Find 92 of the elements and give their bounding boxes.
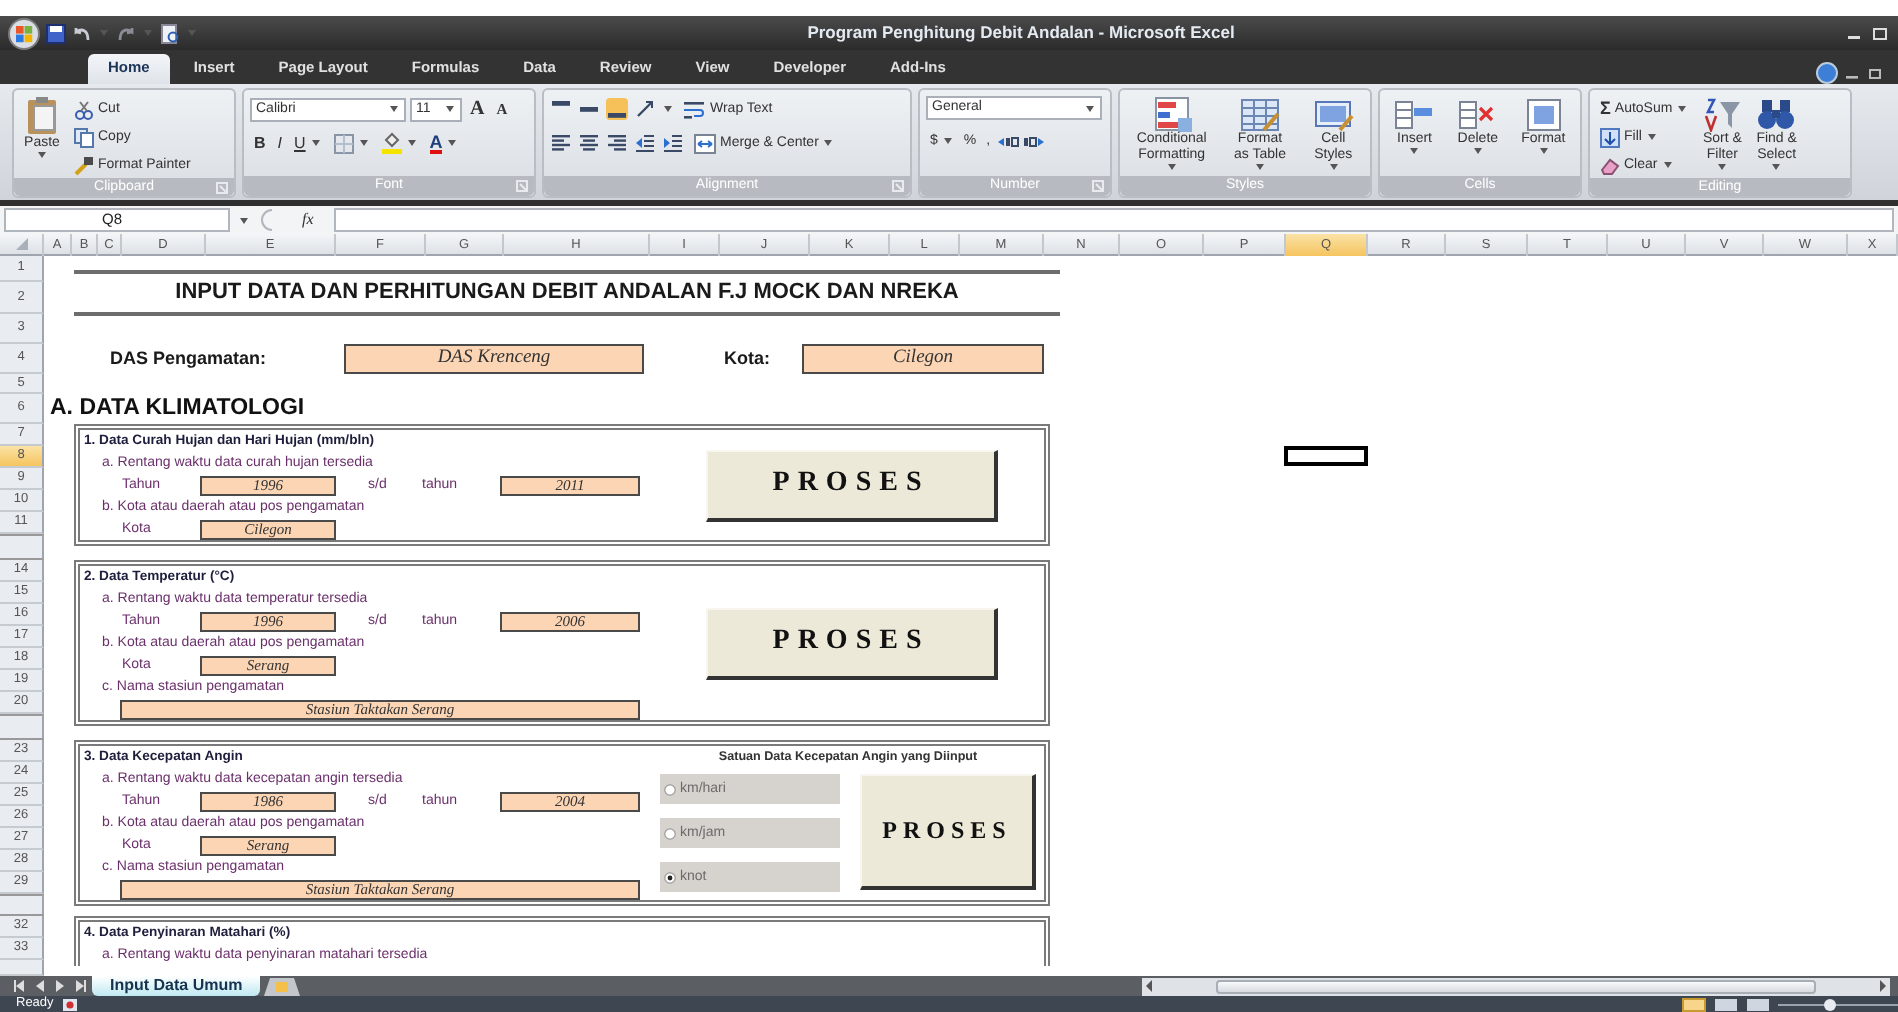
radio-icon[interactable] — [664, 827, 676, 839]
radio-icon[interactable] — [664, 783, 676, 795]
input-field[interactable]: DAS Krenceng — [344, 344, 644, 374]
caret-icon — [1086, 105, 1094, 111]
font-color-button[interactable]: A — [425, 130, 463, 156]
increase-decimal-icon[interactable] — [996, 131, 1021, 151]
caret-icon — [446, 106, 454, 112]
caret-icon — [1678, 106, 1687, 112]
undo-icon[interactable] — [72, 23, 92, 43]
caret-icon — [1718, 164, 1727, 171]
proses-button[interactable]: PROSES — [706, 607, 998, 679]
zoom-slider-icon[interactable] — [1778, 997, 1898, 1011]
caret-icon — [1539, 148, 1548, 155]
underline-button[interactable]: U — [290, 130, 326, 156]
clipboard-icon — [24, 96, 60, 136]
delete-cells-icon — [1457, 96, 1498, 132]
formula-input[interactable] — [333, 208, 1894, 232]
redo-icon[interactable] — [116, 23, 136, 43]
proses-button[interactable]: PROSES — [860, 774, 1036, 890]
caret-icon — [311, 140, 320, 146]
insert-cells-icon — [1394, 96, 1435, 132]
insert-function-button[interactable]: fx — [290, 211, 326, 229]
hidden-rows-marker — [0, 714, 44, 740]
conditional-formatting-icon — [1151, 96, 1192, 132]
align-left-icon[interactable] — [550, 132, 572, 154]
print-preview-icon[interactable] — [160, 23, 180, 43]
italic-button[interactable]: I — [273, 130, 287, 156]
last-sheet-icon[interactable] — [72, 978, 88, 994]
maximize-icon[interactable] — [1870, 23, 1890, 43]
office-button[interactable] — [8, 17, 40, 49]
page-layout-icon[interactable] — [1714, 997, 1738, 1011]
window-title: Program Penghitung Debit Andalan - Microsoft Excel — [805, 23, 1237, 43]
caret-icon — [240, 217, 248, 223]
caret-icon — [1167, 164, 1176, 171]
decrease-decimal-icon[interactable] — [1022, 131, 1047, 151]
first-sheet-icon[interactable] — [12, 978, 28, 994]
caret-icon — [1410, 148, 1419, 155]
caret-icon — [359, 140, 368, 146]
binoculars-icon — [1756, 96, 1797, 132]
radio-icon[interactable] — [664, 871, 676, 883]
caret-icon — [1329, 164, 1338, 171]
new-sheet-icon[interactable] — [264, 977, 301, 995]
borders-icon — [333, 133, 354, 153]
merge-icon — [694, 133, 716, 153]
caret-icon — [943, 138, 952, 144]
caret-icon — [448, 140, 457, 146]
table-icon — [1240, 96, 1280, 132]
macro-record-icon[interactable] — [61, 997, 78, 1011]
hidden-rows-marker — [0, 894, 44, 916]
caret-icon — [1663, 162, 1672, 168]
align-bottom-icon[interactable] — [606, 98, 628, 120]
help-icon[interactable] — [1816, 62, 1838, 84]
cell-cursor — [1284, 446, 1368, 466]
page-break-icon[interactable] — [1746, 997, 1770, 1011]
sheet-title: INPUT DATA DAN PERHITUNGAN DEBIT ANDALAN F.J MOCK DAN NREKA — [175, 280, 959, 306]
horizontal-scrollbar[interactable] — [1142, 977, 1890, 995]
scissors-icon — [74, 99, 94, 119]
decrease-indent-icon[interactable] — [634, 132, 656, 154]
caret-icon — [407, 140, 416, 146]
caret-icon — [824, 140, 833, 146]
caret-icon — [1772, 164, 1781, 171]
normal-view-icon[interactable] — [1682, 997, 1706, 1011]
caret-icon — [1473, 148, 1482, 155]
scroll-thumb[interactable] — [1216, 979, 1816, 993]
align-right-icon[interactable] — [606, 132, 628, 154]
bold-button[interactable]: B — [250, 130, 270, 156]
caret-icon — [1647, 134, 1656, 140]
hidden-rows-marker — [0, 534, 44, 560]
caret-icon — [1256, 164, 1264, 171]
proses-button[interactable]: PROSES — [706, 449, 998, 521]
cell-styles-icon — [1313, 96, 1354, 132]
field-label: Kota: — [724, 349, 772, 369]
increase-indent-icon[interactable] — [662, 132, 684, 154]
input-field[interactable]: Cilegon — [802, 344, 1044, 374]
brush-icon — [74, 155, 94, 175]
restore-icon[interactable] — [1866, 64, 1886, 84]
section-heading: A. DATA KLIMATOLOGI — [50, 394, 307, 424]
copy-icon — [74, 127, 94, 147]
fill-down-icon — [1600, 127, 1620, 147]
save-icon[interactable] — [46, 23, 66, 43]
caret-icon — [38, 152, 46, 159]
caret-icon — [390, 106, 398, 112]
wrap-text-icon — [684, 99, 706, 119]
field-label: DAS Pengamatan: — [110, 349, 269, 369]
align-center-icon[interactable] — [578, 132, 600, 154]
sort-filter-icon — [1702, 96, 1743, 132]
text-orientation-icon[interactable] — [634, 98, 656, 120]
format-cells-icon — [1523, 96, 1564, 132]
caret-icon — [664, 106, 672, 112]
sheet-tab[interactable]: Input Data Umum — [92, 976, 261, 996]
fill-bucket-icon — [381, 132, 402, 154]
grow-font-button[interactable]: A — [466, 96, 489, 122]
